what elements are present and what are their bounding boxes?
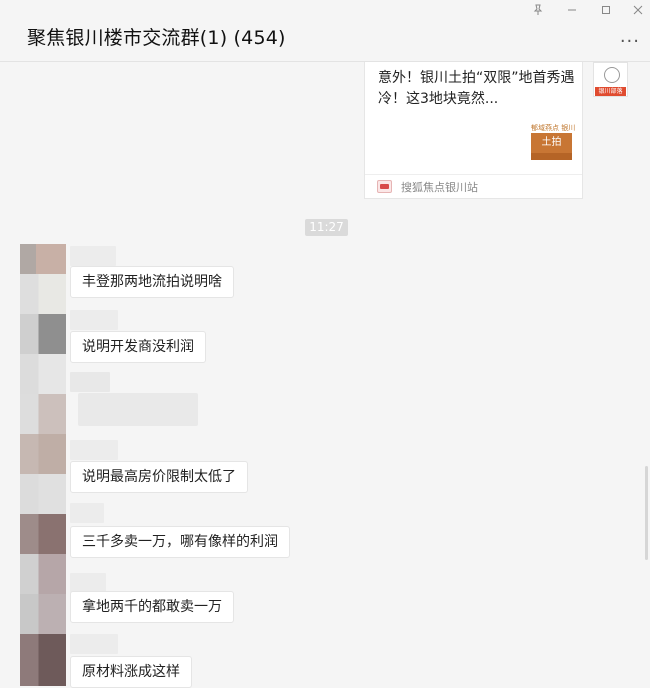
more-icon[interactable]: ···	[620, 31, 640, 52]
message-bubble[interactable]: 拿地两千的都敢卖一万	[70, 591, 234, 623]
minimize-icon[interactable]	[561, 2, 583, 18]
avatar[interactable]	[20, 314, 66, 394]
sender-name	[70, 440, 118, 460]
sender-name	[70, 634, 118, 654]
message-bubble[interactable]: 丰登那两地流拍说明啥	[70, 266, 234, 298]
link-card-thumbnail: 郁域燕点 银川 土拍	[531, 123, 576, 160]
thumbnail-caption: 郁域燕点 银川	[531, 124, 576, 132]
pin-icon[interactable]	[527, 2, 549, 18]
thumbnail-base	[531, 153, 572, 160]
sender-avatar[interactable]: 银川部落	[593, 62, 628, 97]
sender-name	[70, 573, 106, 593]
close-icon[interactable]	[627, 2, 649, 18]
avatar-face-icon	[604, 67, 620, 83]
link-card[interactable]: 意外！银川土拍“双限”地首秀遇冷！这3地块竟然... 郁域燕点 银川 土拍 搜狐…	[364, 62, 583, 199]
link-card-source: 搜狐焦点银川站	[401, 181, 478, 194]
avatar[interactable]	[20, 554, 66, 634]
thumbnail-label: 土拍	[531, 133, 572, 153]
maximize-icon[interactable]	[595, 2, 617, 18]
message-bubble[interactable]: 三千多卖一万，哪有像样的利润	[70, 526, 290, 558]
title-bar: 聚焦银川楼市交流群(1) (454) ···	[0, 0, 650, 62]
sender-name	[70, 372, 110, 392]
image-message[interactable]	[78, 393, 198, 426]
sender-name	[70, 246, 116, 266]
sender-name	[70, 503, 104, 523]
chat-title: 聚焦银川楼市交流群(1) (454)	[27, 27, 286, 49]
source-logo-icon	[377, 180, 392, 193]
avatar[interactable]	[20, 394, 66, 434]
link-card-title: 意外！银川土拍“双限”地首秀遇冷！这3地块竟然...	[378, 70, 575, 107]
message-bubble[interactable]: 原材料涨成这样	[70, 656, 192, 688]
avatar[interactable]	[20, 634, 66, 686]
scrollbar[interactable]	[645, 466, 648, 560]
avatar[interactable]	[20, 434, 66, 514]
card-divider	[365, 174, 582, 175]
message-bubble[interactable]: 说明开发商没利润	[70, 331, 206, 363]
avatar[interactable]	[20, 514, 66, 554]
avatar-tag: 银川部落	[595, 87, 626, 96]
sender-name	[70, 310, 118, 330]
message-bubble[interactable]: 说明最高房价限制太低了	[70, 461, 248, 493]
avatar[interactable]	[20, 244, 66, 314]
timestamp: 11:27	[305, 219, 348, 236]
